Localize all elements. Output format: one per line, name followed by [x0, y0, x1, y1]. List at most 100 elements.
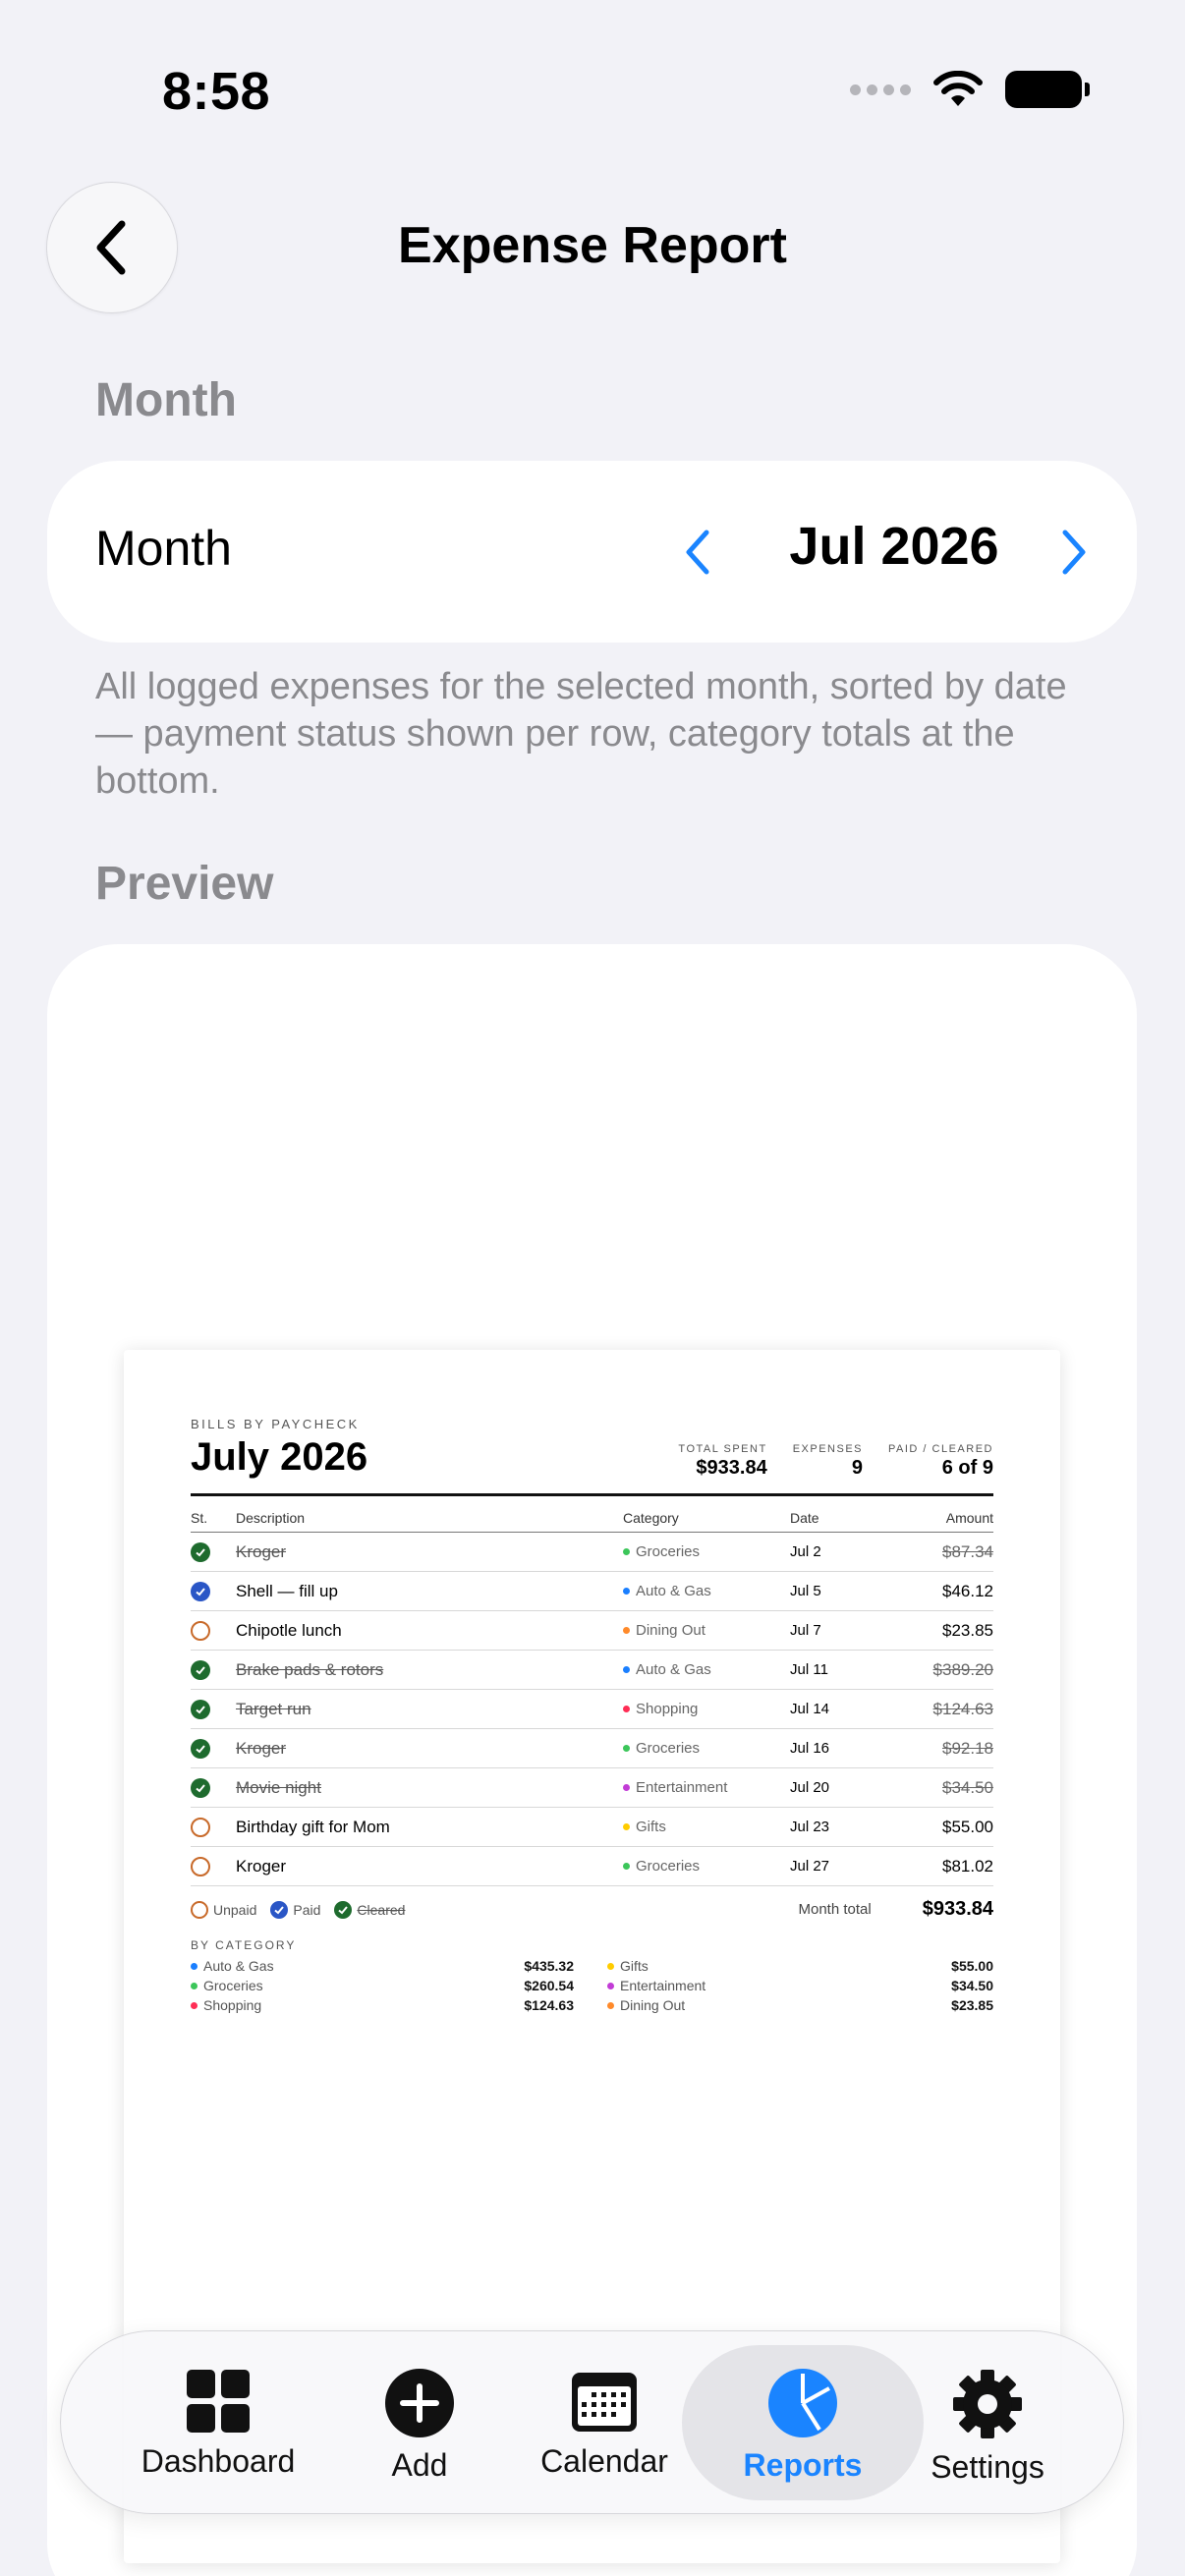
paid-icon	[270, 1900, 289, 1919]
category-total-name: Shopping	[203, 1997, 262, 2013]
column-header-description: Description	[236, 1510, 623, 1533]
signal-icon	[850, 84, 911, 95]
calendar-icon	[572, 2373, 637, 2432]
chevron-right-icon	[1062, 530, 1086, 575]
unpaid-icon	[191, 1817, 210, 1837]
tab-label-settings: Settings	[931, 2449, 1044, 2485]
row-date: Jul 5	[790, 1571, 898, 1611]
category-dot-icon	[623, 1705, 630, 1712]
tab-label-add: Add	[391, 2447, 448, 2483]
row-description: Brake pads & rotors	[236, 1650, 623, 1690]
expense-table: St. Description Category Date Amount Kro…	[191, 1510, 993, 1886]
status-legend: Unpaid Paid Cleared	[191, 1900, 406, 1919]
legend-cleared: Cleared	[357, 1901, 406, 1918]
table-row: Movie night Entertainment Jul 20 $34.50	[191, 1767, 993, 1808]
column-header-date: Date	[790, 1510, 898, 1533]
column-header-category: Category	[623, 1510, 790, 1533]
report-stat-value: 6 of 9	[941, 1457, 993, 1479]
category-total: Shopping $124.63	[191, 1997, 574, 2013]
previous-month-button[interactable]	[668, 518, 727, 587]
tab-bar: Dashboard Add Calendar Reports Settings	[60, 2330, 1124, 2514]
row-amount: $81.02	[898, 1846, 993, 1886]
tab-dashboard[interactable]: Dashboard	[120, 2331, 316, 2515]
battery-icon	[1005, 71, 1090, 108]
report-stat: TOTAL SPENT $933.84	[678, 1443, 766, 1480]
paid-icon	[191, 1581, 210, 1601]
tab-add[interactable]: Add	[356, 2331, 483, 2515]
report-stat-label: TOTAL SPENT	[678, 1443, 767, 1455]
gear-icon	[953, 2370, 1022, 2438]
category-total-name: Auto & Gas	[203, 1958, 274, 1974]
legend-paid: Paid	[293, 1901, 321, 1918]
month-total-label: Month total	[798, 1901, 872, 1918]
grid-icon	[187, 2370, 250, 2433]
row-amount: $34.50	[898, 1767, 993, 1808]
row-description: Shell — fill up	[236, 1571, 623, 1611]
cleared-icon	[191, 1541, 210, 1562]
next-month-button[interactable]	[1044, 518, 1103, 587]
row-category: Groceries	[623, 1728, 790, 1768]
row-category-label: Entertainment	[636, 1779, 728, 1796]
category-total-amount: $124.63	[524, 1997, 574, 2013]
section-header-month: Month	[95, 374, 237, 426]
row-description: Movie night	[236, 1767, 623, 1808]
status-indicators	[850, 71, 1090, 108]
report-stat-label: PAID / CLEARED	[888, 1443, 993, 1455]
table-row: Target run Shopping Jul 14 $124.63	[191, 1689, 993, 1729]
row-category-label: Groceries	[636, 1858, 701, 1875]
row-category-label: Shopping	[636, 1701, 699, 1717]
category-total: Auto & Gas $435.32	[191, 1958, 574, 1974]
report-stat-value: $933.84	[696, 1457, 767, 1479]
row-category-label: Gifts	[636, 1819, 666, 1835]
category-dot-icon	[607, 1982, 614, 1989]
category-total-name: Groceries	[203, 1978, 263, 1993]
row-amount: $23.85	[898, 1610, 993, 1651]
row-date: Jul 14	[790, 1689, 898, 1729]
category-dot-icon	[623, 1862, 630, 1870]
table-row: Kroger Groceries Jul 16 $92.18	[191, 1728, 993, 1768]
row-date: Jul 23	[790, 1807, 898, 1847]
row-date: Jul 16	[790, 1728, 898, 1768]
row-category: Gifts	[623, 1807, 790, 1847]
report-stat: EXPENSES 9	[793, 1443, 863, 1480]
category-total-name: Gifts	[620, 1958, 649, 1974]
row-category: Groceries	[623, 1846, 790, 1886]
row-category: Entertainment	[623, 1767, 790, 1808]
category-dot-icon	[191, 2001, 198, 2009]
row-category: Groceries	[623, 1532, 790, 1572]
tab-settings[interactable]: Settings	[919, 2331, 1056, 2515]
column-header-status: St.	[191, 1510, 236, 1533]
row-date: Jul 2	[790, 1532, 898, 1572]
row-description: Kroger	[236, 1846, 623, 1886]
category-total-amount: $55.00	[951, 1958, 993, 1974]
row-date: Jul 7	[790, 1610, 898, 1651]
category-total: Entertainment $34.50	[574, 1978, 993, 1993]
page-title: Expense Report	[398, 217, 787, 274]
cleared-icon	[191, 1699, 210, 1719]
row-amount: $87.34	[898, 1532, 993, 1572]
report-stat: PAID / CLEARED 6 of 9	[888, 1443, 993, 1480]
report-stats: TOTAL SPENT $933.84 EXPENSES 9 PAID / CLEA…	[678, 1443, 993, 1480]
legend-unpaid: Unpaid	[213, 1901, 257, 1918]
category-total: Gifts $55.00	[574, 1958, 993, 1974]
month-picker: Month Jul 2026	[47, 461, 1137, 643]
tab-reports[interactable]: Reports	[729, 2331, 876, 2515]
table-row: Shell — fill up Auto & Gas Jul 5 $46.12	[191, 1571, 993, 1611]
category-dot-icon	[607, 2001, 614, 2009]
row-category-label: Groceries	[636, 1543, 701, 1560]
row-date: Jul 20	[790, 1767, 898, 1808]
row-amount: $46.12	[898, 1571, 993, 1611]
row-category: Auto & Gas	[623, 1650, 790, 1690]
row-category-label: Auto & Gas	[636, 1583, 711, 1599]
tab-label-dashboard: Dashboard	[141, 2443, 296, 2479]
table-row: Kroger Groceries Jul 27 $81.02	[191, 1846, 993, 1886]
category-dot-icon	[623, 1587, 630, 1595]
row-category: Dining Out	[623, 1610, 790, 1651]
month-total-value: $933.84	[922, 1898, 993, 1920]
row-category-label: Dining Out	[636, 1622, 705, 1639]
row-description: Birthday gift for Mom	[236, 1807, 623, 1847]
tab-calendar[interactable]: Calendar	[536, 2331, 673, 2515]
row-amount: $55.00	[898, 1807, 993, 1847]
report-stat-value: 9	[851, 1457, 863, 1479]
row-amount: $124.63	[898, 1689, 993, 1729]
